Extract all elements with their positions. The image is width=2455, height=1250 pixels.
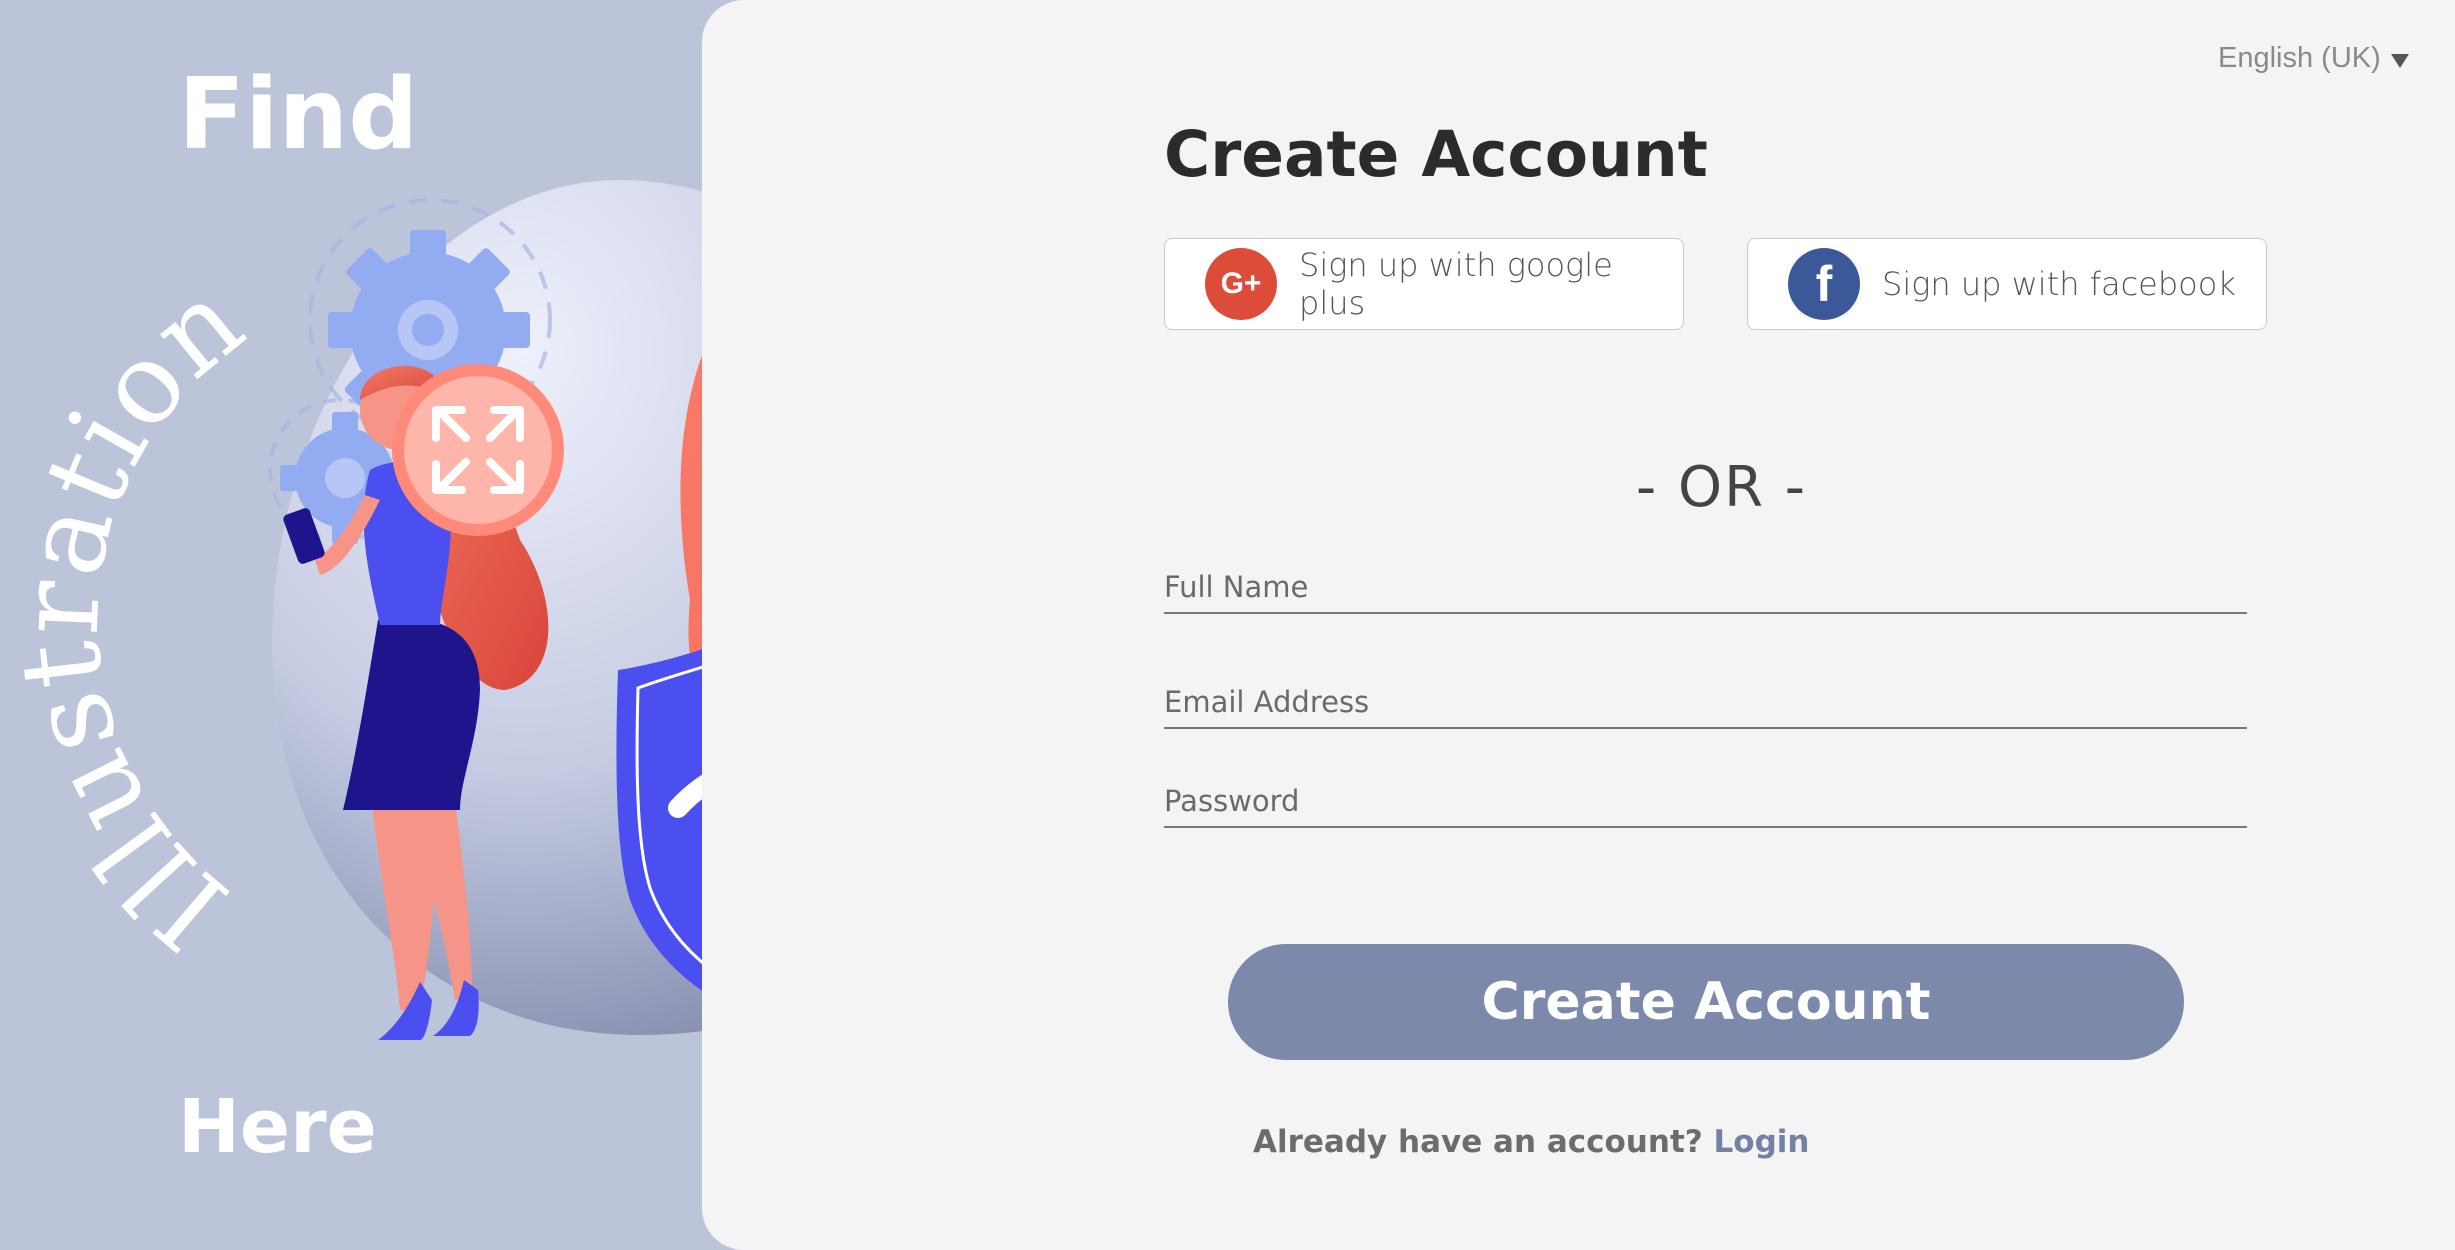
facebook-icon: f [1788,248,1860,320]
hero-title-bottom: Here [178,1084,377,1170]
language-selector[interactable]: English (UK) [2218,42,2409,75]
login-prompt-row: Already have an account? Login [1253,1124,1809,1160]
facebook-signup-button[interactable]: f Sign up with facebook [1747,238,2267,330]
google-signup-label: Sign up with google plus [1299,246,1613,322]
full-name-field-wrapper [1164,570,2247,614]
language-label: English (UK) [2218,42,2381,74]
hero-title-top: Find [178,58,419,172]
signup-page: Illustration Find Here English (UK) Crea… [0,0,2455,1250]
illustration-arc-text: Illustration [0,255,268,974]
login-link[interactable]: Login [1714,1124,1810,1160]
chevron-down-icon [2390,53,2409,68]
password-field-wrapper [1164,784,2247,828]
svg-text:Illustration: Illustration [0,255,268,974]
google-signup-button[interactable]: G+ Sign up with google plus [1164,238,1684,330]
email-field-wrapper [1164,685,2247,729]
page-title: Create Account [1164,118,1708,191]
google-plus-icon: G+ [1205,248,1277,320]
full-name-input[interactable] [1164,570,2247,612]
create-account-button[interactable]: Create Account [1228,944,2184,1060]
or-divider: - OR - [1636,455,1808,520]
login-prompt-text: Already have an account? [1253,1124,1703,1160]
password-input[interactable] [1164,784,2247,826]
arc-title: Illustration [0,255,266,974]
email-input[interactable] [1164,685,2247,727]
facebook-signup-label: Sign up with facebook [1882,265,2236,303]
